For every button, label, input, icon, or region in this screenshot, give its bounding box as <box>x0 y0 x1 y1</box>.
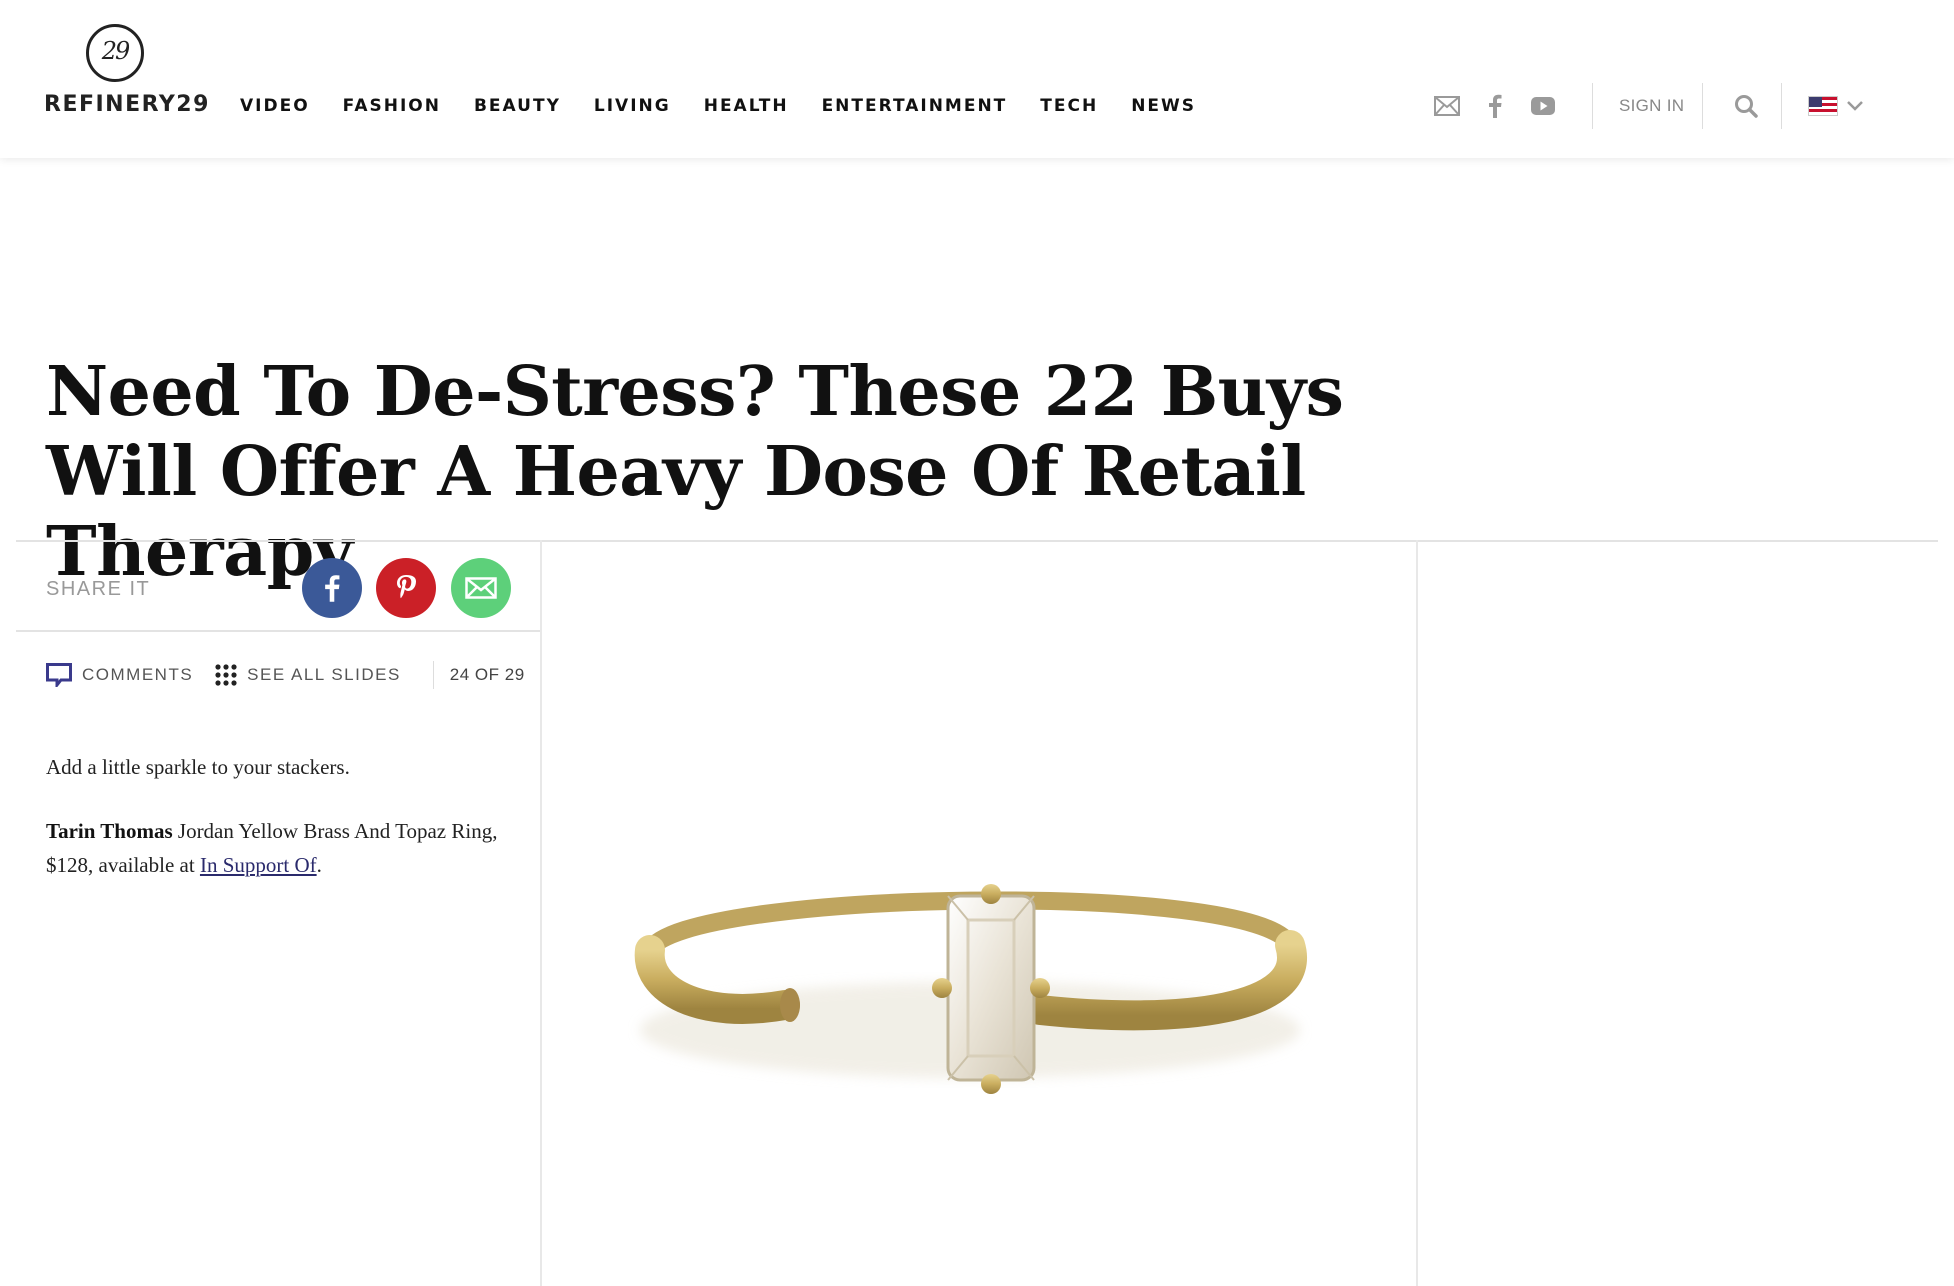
share-pinterest-button[interactable] <box>376 558 436 618</box>
comments-label: COMMENTS <box>82 665 194 684</box>
nav-item-news[interactable]: NEWS <box>1131 96 1196 116</box>
nav-item-living[interactable]: LIVING <box>594 96 671 116</box>
facebook-icon <box>325 575 340 602</box>
email-icon <box>465 577 497 599</box>
pinterest-icon <box>397 575 416 599</box>
search-icon[interactable] <box>1729 91 1763 121</box>
slide-tools: COMMENTS SEE ALL SLIDES 24 OF 29 <box>46 660 525 690</box>
header-divider <box>1592 83 1593 129</box>
share-label: SHARE IT <box>46 578 151 600</box>
column-divider <box>540 540 542 1286</box>
youtube-icon[interactable] <box>1526 91 1560 121</box>
logo-mark: 29 <box>86 24 144 82</box>
locale-selector[interactable] <box>1808 96 1864 116</box>
nav-item-tech[interactable]: TECH <box>1040 96 1098 116</box>
share-facebook-button[interactable] <box>302 558 362 618</box>
slide-counter: 24 OF 29 <box>449 665 525 684</box>
nav-item-beauty[interactable]: BEAUTY <box>474 96 561 116</box>
share-email-button[interactable] <box>451 558 511 618</box>
retailer-link[interactable]: In Support Of <box>200 853 317 877</box>
product-description: Tarin Thomas Jordan Yellow Brass And Top… <box>46 814 516 882</box>
column-divider <box>1416 540 1418 1286</box>
facebook-icon[interactable] <box>1478 91 1512 121</box>
see-all-slides-button[interactable]: SEE ALL SLIDES <box>215 664 401 686</box>
logo-mark-text: 29 <box>101 37 131 65</box>
grid-icon <box>215 664 237 686</box>
article-title: Need To De-Stress? These 22 Buys Will Of… <box>46 352 1344 592</box>
logo-wordmark: REFINERY29 <box>44 92 210 117</box>
mail-icon[interactable] <box>1430 91 1464 121</box>
see-all-slides-label: SEE ALL SLIDES <box>247 665 401 684</box>
site-logo[interactable]: 29 REFINERY29 <box>44 24 208 124</box>
main-nav: VIDEO FASHION BEAUTY LIVING HEALTH ENTER… <box>240 96 1229 116</box>
site-header: 29 REFINERY29 VIDEO FASHION BEAUTY LIVIN… <box>0 0 1954 158</box>
product-brand: Tarin Thomas <box>46 819 173 843</box>
comment-icon <box>46 663 72 687</box>
header-divider <box>1702 83 1704 129</box>
slide-caption: Add a little sparkle to your stackers. <box>46 755 350 779</box>
us-flag-icon <box>1808 96 1839 116</box>
divider <box>16 540 1938 542</box>
comments-button[interactable]: COMMENTS <box>46 663 193 687</box>
sign-in-link[interactable]: SIGN IN <box>1619 96 1684 116</box>
header-utilities: SIGN IN <box>1430 83 1864 129</box>
divider <box>16 630 540 632</box>
slide-copy: Add a little sparkle to your stackers. T… <box>46 750 516 912</box>
product-image <box>634 884 1307 1094</box>
product-text-end: . <box>316 853 322 877</box>
header-divider <box>1781 83 1783 129</box>
nav-item-entertainment[interactable]: ENTERTAINMENT <box>822 96 1008 116</box>
nav-item-health[interactable]: HEALTH <box>704 96 789 116</box>
tools-divider <box>432 661 434 689</box>
nav-item-video[interactable]: VIDEO <box>240 96 310 116</box>
chevron-down-icon <box>1846 100 1864 112</box>
nav-item-fashion[interactable]: FASHION <box>343 96 441 116</box>
